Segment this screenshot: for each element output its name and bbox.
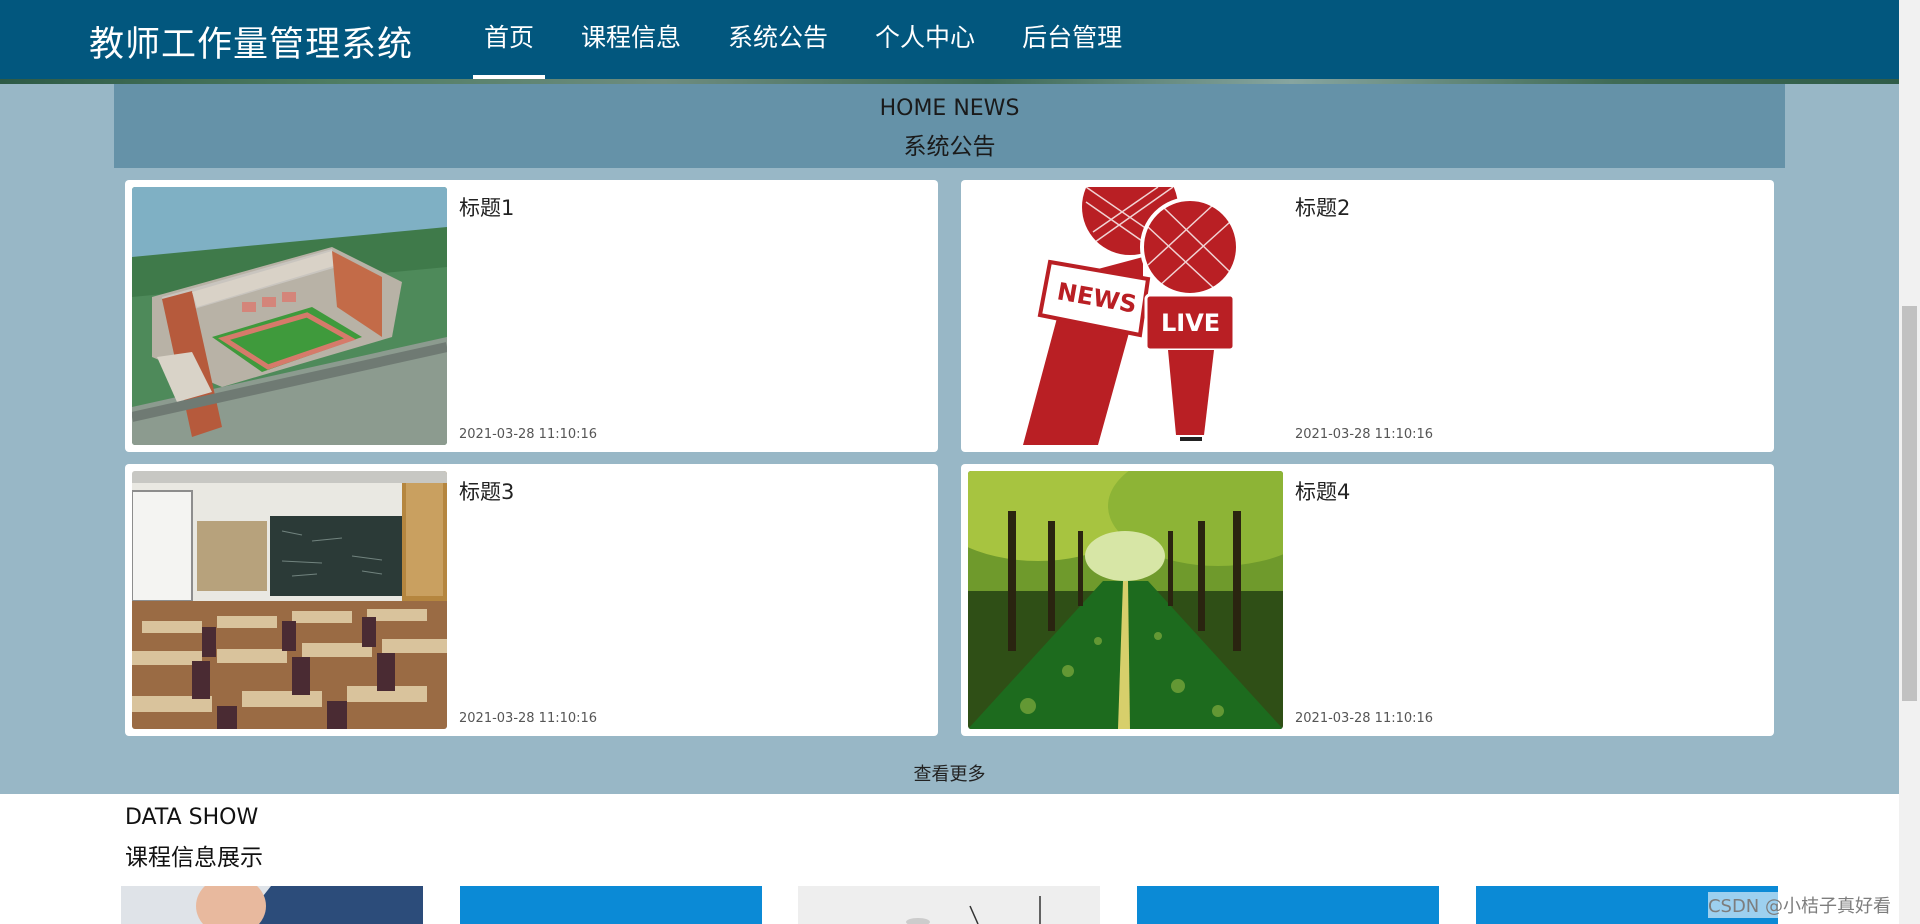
data-show-heading-en: DATA SHOW [125, 805, 259, 830]
site-logo-title[interactable]: 教师工作量管理系统 [89, 16, 413, 67]
nav-item-courses[interactable]: 课程信息 [570, 0, 692, 79]
news-card[interactable]: 标题3 2021-03-28 11:10:16 [125, 464, 938, 736]
news-date: 2021-03-28 11:10:16 [459, 427, 598, 442]
data-show-heading-cn: 课程信息展示 [125, 845, 263, 871]
svg-text:LIVE: LIVE [1161, 309, 1220, 337]
news-title[interactable]: 标题2 [1295, 192, 1350, 222]
news-title[interactable]: 标题1 [459, 192, 514, 222]
watermark-text: CSDN @小桔子真好看 [1707, 892, 1891, 918]
classroom-image[interactable] [132, 471, 447, 729]
course-thumbnail-sketch [798, 886, 1100, 924]
top-header: 教师工作量管理系统 首页 课程信息 系统公告 个人中心 后台管理 [0, 0, 1899, 79]
course-card[interactable] [121, 886, 423, 924]
news-title[interactable]: 标题4 [1295, 476, 1350, 506]
news-date: 2021-03-28 11:10:16 [1295, 711, 1434, 726]
news-date: 2021-03-28 11:10:16 [1295, 427, 1434, 442]
news-heading-cn: 系统公告 [903, 134, 996, 160]
vertical-scrollbar[interactable] [1899, 0, 1920, 924]
news-card[interactable]: NEWS LIVE 标题2 2021-03-28 11:10:16 [961, 180, 1774, 452]
news-heading-banner: HOME NEWS 系统公告 [114, 84, 1785, 168]
news-date: 2021-03-28 11:10:16 [459, 711, 598, 726]
banner-background-strip [0, 79, 1899, 84]
campus-aerial-image[interactable] [132, 187, 447, 445]
page: 教师工作量管理系统 首页 课程信息 系统公告 个人中心 后台管理 HOME NE… [0, 0, 1920, 924]
main-nav: 首页 课程信息 系统公告 个人中心 后台管理 [473, 0, 1158, 79]
classroom-illustration [132, 471, 447, 729]
news-card[interactable]: 标题4 2021-03-28 11:10:16 [961, 464, 1774, 736]
nav-item-home[interactable]: 首页 [473, 0, 546, 79]
tree-lined-road-image[interactable] [968, 471, 1283, 729]
nav-item-personal-center[interactable]: 个人中心 [864, 0, 986, 79]
news-live-microphones-illustration: NEWS LIVE [968, 187, 1283, 445]
scrollbar-thumb[interactable] [1902, 306, 1917, 701]
nav-item-admin[interactable]: 后台管理 [1011, 0, 1133, 79]
course-card[interactable] [460, 886, 762, 924]
course-thumbnail-person [121, 886, 423, 924]
tree-lined-road-illustration [968, 471, 1283, 729]
news-title[interactable]: 标题3 [459, 476, 514, 506]
course-card[interactable] [1137, 886, 1439, 924]
news-live-microphones-image[interactable]: NEWS LIVE [968, 187, 1283, 445]
course-card[interactable] [798, 886, 1100, 924]
nav-item-announcements[interactable]: 系统公告 [717, 0, 839, 79]
view-more-link[interactable]: 查看更多 [0, 760, 1899, 786]
news-heading-en: HOME NEWS [879, 96, 1020, 121]
news-card[interactable]: 标题1 2021-03-28 11:10:16 [125, 180, 938, 452]
news-section: HOME NEWS 系统公告 标题1 2021-03-28 11:10:16 N… [0, 84, 1899, 794]
campus-aerial-illustration [132, 187, 447, 445]
